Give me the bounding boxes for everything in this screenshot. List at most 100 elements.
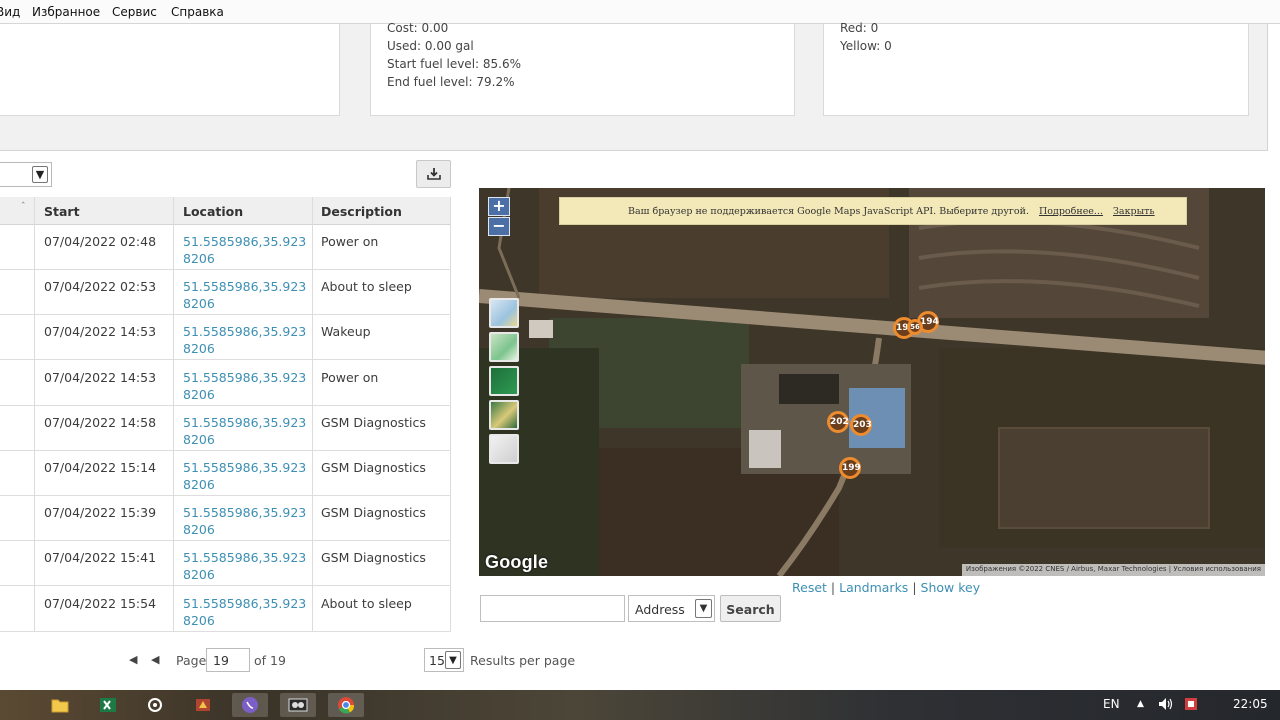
column-description[interactable]: Description	[321, 204, 402, 219]
results-per-page-label: Results per page	[470, 653, 576, 668]
export-button[interactable]	[416, 160, 451, 188]
windows-taskbar: EN ▲ 22:05	[0, 690, 1280, 720]
app-icon[interactable]	[185, 693, 221, 717]
file-explorer-icon[interactable]	[42, 693, 78, 717]
event-start-cell: 07/04/2022 15:41	[44, 550, 157, 566]
link-separator: |	[912, 580, 917, 595]
map-layer-roadmap-icon[interactable]	[489, 298, 519, 328]
event-location-link[interactable]: 51.5585986,35.9238206	[183, 459, 311, 493]
fuel-end-level: End fuel level: 79.2%	[387, 75, 515, 89]
landmarks-link[interactable]: Landmarks	[839, 580, 908, 595]
table-row[interactable]: 07/04/2022 15:39 51.5585986,35.9238206 GSM…	[0, 496, 451, 542]
table-row[interactable]: 07/04/2022 14:53 51.5585986,35.9238206 Wak…	[0, 315, 451, 361]
page-label: Page	[176, 653, 207, 668]
event-start-cell: 07/04/2022 02:48	[44, 234, 157, 249]
event-location-link[interactable]: 51.5585986,35.9238206	[183, 233, 311, 267]
map-marker[interactable]: 56	[907, 319, 923, 335]
volume-icon[interactable]	[1158, 697, 1174, 714]
excel-icon[interactable]	[90, 693, 126, 717]
chevron-down-icon: ▼	[695, 599, 712, 618]
alerts-summary-panel: Red: 0 Yellow: 0	[823, 21, 1249, 116]
map-attribution[interactable]: Изображения ©2022 CNES / Airbus, Maxar T…	[961, 564, 1265, 576]
zoom-in-button[interactable]: +	[488, 197, 510, 216]
map-marker[interactable]: 202	[827, 411, 849, 433]
menu-favorites[interactable]: Избранное	[32, 5, 100, 19]
input-language-indicator[interactable]: EN	[1103, 697, 1120, 711]
show-key-link[interactable]: Show key	[921, 580, 981, 595]
table-row[interactable]: 07/04/2022 15:14 51.5585986,35.9238206 GSM…	[0, 451, 451, 496]
table-row[interactable]: 07/04/2022 14:58 51.5585986,35.9238206 GSM…	[0, 405, 451, 451]
event-location-link[interactable]: 51.5585986,35.9238206	[183, 369, 311, 403]
menu-help[interactable]: Справка	[171, 5, 224, 19]
event-description-cell: About to sleep	[321, 279, 412, 295]
column-divider	[173, 197, 174, 631]
table-row[interactable]: 07/04/2022 02:48 51.5585986,35.9238206 Pow…	[0, 225, 451, 270]
clock[interactable]: 22:05	[1233, 697, 1268, 711]
table-row[interactable]: 07/04/2022 14:53 51.5585986,35.9238206 Pow…	[0, 360, 451, 406]
table-header: ˆ Start Location Description	[0, 197, 451, 225]
map-marker[interactable]: 203	[850, 414, 872, 436]
reset-link[interactable]: Reset	[792, 580, 827, 595]
map-layer-terrain-icon[interactable]	[489, 332, 519, 362]
map-layer-satellite-icon[interactable]	[489, 366, 519, 396]
column-start[interactable]: Start	[44, 204, 80, 219]
table-row[interactable]: 07/04/2022 15:54 51.5585986,35.9238206 Abo…	[0, 586, 451, 632]
satellite-map[interactable]: + − Ваш браузер не поддерживается Google…	[479, 188, 1265, 576]
column-divider	[34, 197, 35, 631]
event-location-link[interactable]: 51.5585986,35.9238206	[183, 549, 311, 583]
map-layer-outline-icon[interactable]	[489, 434, 519, 464]
event-location-link[interactable]: 51.5585986,35.9238206	[183, 414, 311, 448]
results-per-page-value: 15	[429, 653, 445, 668]
sort-caret-icon[interactable]: ˆ	[21, 202, 26, 212]
map-links: Reset | Landmarks | Show key	[792, 580, 980, 595]
fuel-start-level: Start fuel level: 85.6%	[387, 57, 522, 71]
event-location-link[interactable]: 51.5585986,35.9238206	[183, 595, 311, 629]
address-search-input[interactable]	[480, 595, 625, 622]
menu-view[interactable]: Вид	[0, 5, 20, 19]
event-description-cell: GSM Diagnostics	[321, 460, 426, 475]
settings-icon[interactable]	[137, 693, 173, 717]
first-page-icon[interactable]: ◀​	[129, 653, 137, 666]
event-start-cell: 07/04/2022 15:14	[44, 460, 157, 475]
filter-select[interactable]: ▼	[0, 162, 52, 187]
prev-page-icon[interactable]: ◀	[151, 653, 159, 666]
results-per-page-select[interactable]: 15 ▼	[424, 648, 464, 672]
event-start-cell: 07/04/2022 15:54	[44, 595, 157, 611]
satellite-imagery	[479, 188, 1265, 576]
map-layer-hybrid-icon[interactable]	[489, 400, 519, 430]
event-location-link[interactable]: 51.5585986,35.9238206	[183, 504, 311, 538]
alerts-yellow: Yellow: 0	[840, 39, 892, 53]
pagination: ◀​ ◀ Page 19 of 19 15 ▼ Results per page	[0, 645, 600, 675]
chrome-icon[interactable]	[328, 693, 364, 717]
zoom-out-button[interactable]: −	[488, 217, 510, 236]
notice-more-link[interactable]: Подробнее...	[1039, 206, 1103, 217]
app-icon-2[interactable]	[280, 693, 316, 717]
event-start-cell: 07/04/2022 02:53	[44, 279, 157, 295]
search-button[interactable]: Search	[720, 595, 781, 622]
page-total: of 19	[254, 653, 286, 668]
event-description-cell: GSM Diagnostics	[321, 550, 426, 566]
table-row[interactable]: 07/04/2022 02:53 51.5585986,35.9238206 Abo…	[0, 270, 451, 316]
event-start-cell: 07/04/2022 14:53	[44, 369, 157, 385]
column-divider	[450, 197, 451, 631]
event-location-link[interactable]: 51.5585986,35.9238206	[183, 323, 311, 357]
link-separator: |	[830, 580, 836, 595]
table-row[interactable]: 07/04/2022 15:41 51.5585986,35.9238206 GSM…	[0, 541, 451, 587]
tray-overflow-icon[interactable]: ▲	[1137, 699, 1144, 709]
viber-icon[interactable]	[232, 693, 268, 717]
notice-close-link[interactable]: Закрыть	[1113, 206, 1155, 217]
menu-tools[interactable]: Сервис	[112, 5, 157, 19]
google-logo: Google	[485, 552, 549, 572]
column-divider	[312, 197, 313, 631]
page-number-input[interactable]: 19	[206, 648, 250, 672]
fuel-cost: Cost: 0.00	[387, 21, 449, 35]
event-description-cell: GSM Diagnostics	[321, 414, 426, 430]
event-description-cell: Wakeup	[321, 324, 371, 340]
column-location[interactable]: Location	[183, 204, 243, 219]
map-marker[interactable]: 199	[839, 457, 861, 479]
search-type-select[interactable]: Address ▼	[628, 595, 715, 622]
event-location-link[interactable]: 51.5585986,35.9238206	[183, 278, 311, 312]
summary-panel-left	[0, 24, 340, 116]
app-tray-icon[interactable]	[1184, 697, 1198, 714]
event-start-cell: 07/04/2022 14:53	[44, 324, 157, 340]
